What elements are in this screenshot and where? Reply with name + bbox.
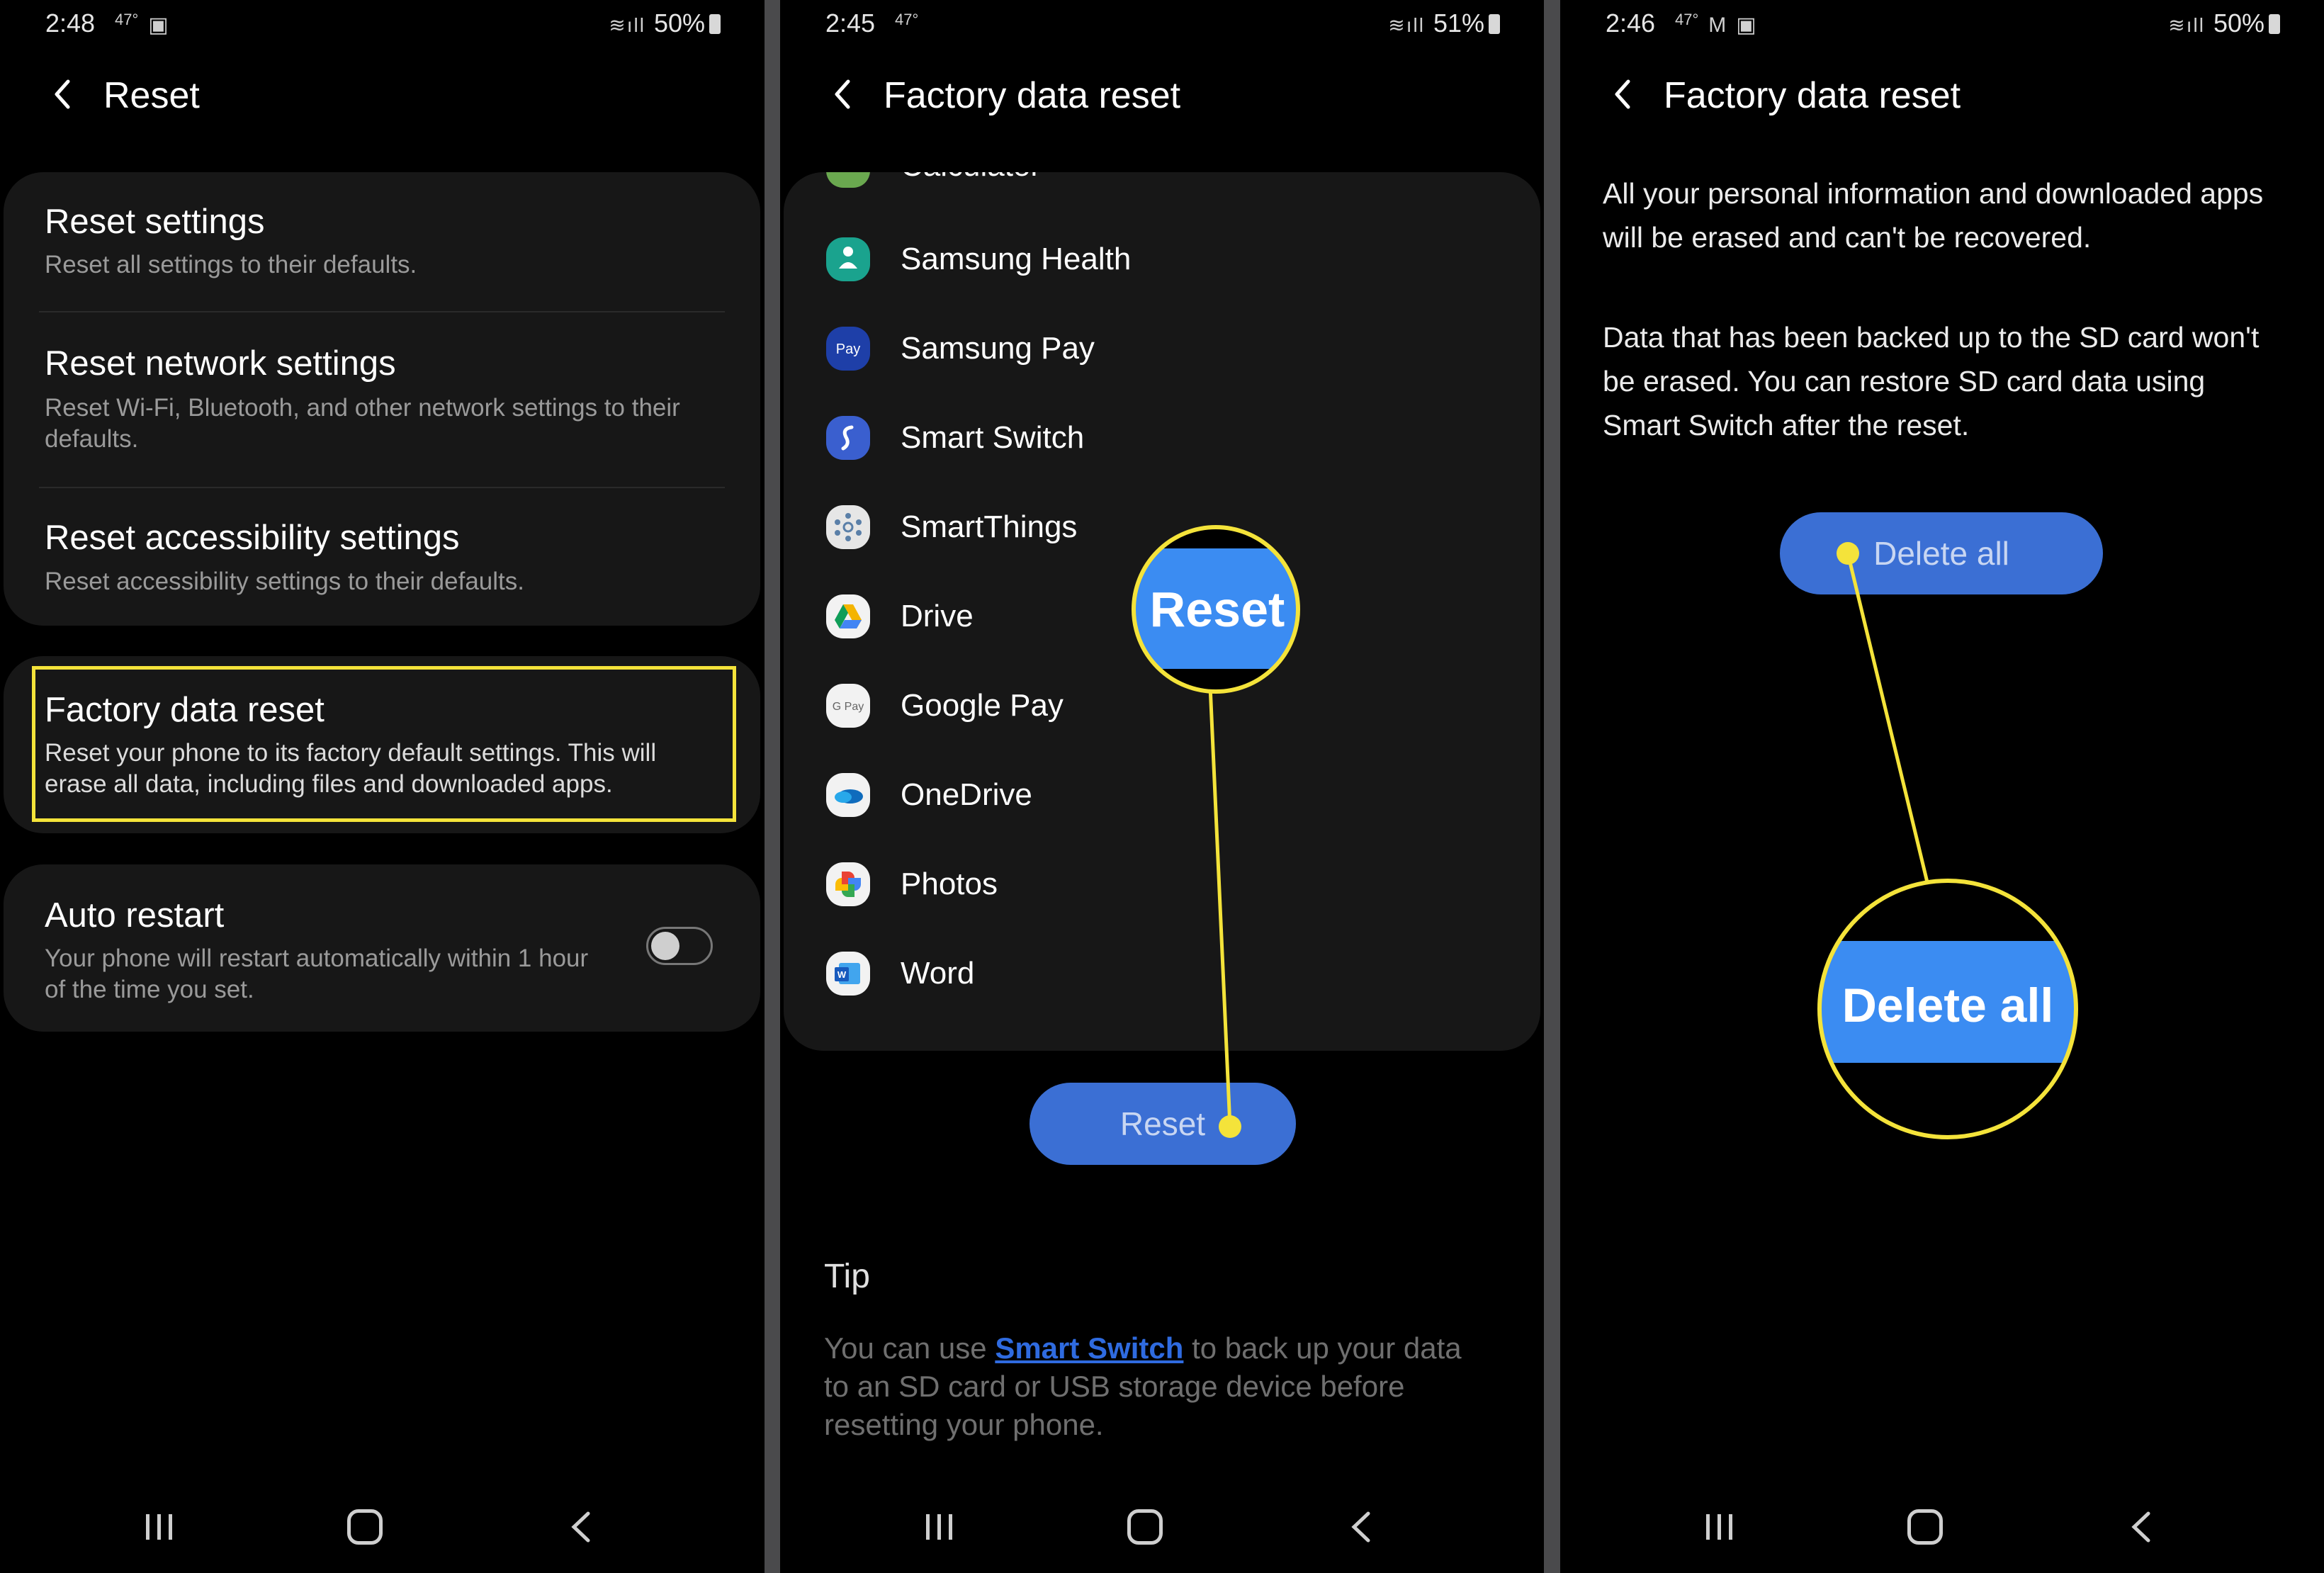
status-battery: 51% — [1433, 9, 1484, 38]
status-temp: 47° — [1675, 11, 1699, 28]
erase-warning-text: All your personal information and downlo… — [1603, 177, 2264, 254]
gmail-icon: M — [1708, 13, 1727, 37]
auto-restart-toggle[interactable] — [646, 927, 713, 965]
back-arrow-icon[interactable] — [823, 73, 865, 115]
word-icon: W — [826, 952, 870, 996]
status-temp: 47° — [115, 11, 139, 28]
photos-icon — [826, 862, 870, 906]
svg-text:G Pay: G Pay — [833, 701, 864, 713]
calendar-icon: ▣ — [1736, 13, 1756, 37]
battery-icon — [2269, 14, 2280, 34]
screen-factory-reset-confirm: 2:46 47° M ▣ ≋ıll 50% Factory data reset Al… — [1560, 0, 2324, 1573]
screen-reset: 2:48 47° ▣ ≋ıll 50% Reset Reset settings R… — [0, 0, 765, 1573]
app-header: Factory data reset — [1560, 67, 2324, 131]
back-arrow-icon[interactable] — [1603, 73, 1645, 115]
smart-switch-link[interactable]: Smart Switch — [995, 1331, 1183, 1365]
tip-text-before: You can use — [824, 1331, 995, 1365]
recent-apps-icon[interactable] — [1702, 1513, 1737, 1541]
app-label: Samsung Health — [901, 242, 1132, 276]
status-battery: 50% — [653, 9, 705, 38]
app-label: OneDrive — [901, 777, 1032, 812]
status-time: 2:48 — [45, 9, 96, 38]
tip-title: Tip — [824, 1258, 870, 1295]
samsung-health-icon — [826, 237, 870, 281]
app-label: Drive — [901, 599, 974, 633]
item-title: Auto restart — [45, 896, 225, 935]
status-bar: 2:48 47° ▣ ≋ıll 50% — [0, 0, 765, 50]
home-icon[interactable] — [1127, 1509, 1163, 1545]
delete-all-button[interactable]: Delete all — [1780, 512, 2103, 594]
nav-bar — [0, 1502, 765, 1552]
divider — [39, 311, 725, 312]
item-title: Reset accessibility settings — [45, 519, 460, 557]
item-subtitle: Your phone will restart automatically wi… — [45, 945, 589, 1003]
wifi-signal-icon: ≋ıll — [2168, 14, 2205, 36]
app-label: Photos — [901, 867, 998, 901]
app-label: Smart Switch — [901, 420, 1085, 455]
app-label: SmartThings — [901, 509, 1078, 544]
reset-options-card: Reset settings Reset all settings to the… — [4, 172, 760, 626]
status-time: 2:45 — [825, 9, 876, 38]
smartthings-icon — [826, 505, 870, 549]
status-bar: 2:46 47° M ▣ ≋ıll 50% — [1560, 0, 2324, 50]
toggle-knob — [651, 932, 679, 960]
app-label: Word — [901, 956, 975, 991]
recent-apps-icon[interactable] — [142, 1513, 177, 1541]
item-title: Reset settings — [45, 203, 265, 241]
svg-text:Pay: Pay — [836, 342, 860, 357]
highlight-box — [32, 666, 736, 822]
nav-back-icon[interactable] — [567, 1511, 595, 1543]
home-icon[interactable] — [1907, 1509, 1943, 1545]
item-title: Reset network settings — [45, 344, 396, 383]
reset-button[interactable]: Reset — [1030, 1083, 1296, 1165]
app-label: Google Pay — [901, 688, 1064, 723]
app-label: Calculator — [901, 172, 1041, 184]
drive-icon — [826, 594, 870, 638]
recent-apps-icon[interactable] — [922, 1513, 957, 1541]
item-subtitle: Reset accessibility settings to their de… — [45, 568, 524, 595]
status-time: 2:46 — [1606, 9, 1656, 38]
back-arrow-icon[interactable] — [43, 73, 85, 115]
calendar-icon: ▣ — [148, 13, 169, 37]
page-title: Factory data reset — [1664, 75, 1961, 116]
item-subtitle: Reset all settings to their defaults. — [45, 251, 417, 278]
battery-icon — [1489, 14, 1500, 34]
nav-back-icon[interactable] — [2127, 1511, 2155, 1543]
apps-list-card: Calculator Samsung Health Pay Samsung Pa… — [784, 172, 1540, 1051]
battery-icon — [709, 14, 721, 34]
google-pay-icon: G Pay — [826, 684, 870, 728]
smart-switch-icon — [826, 416, 870, 460]
wifi-signal-icon: ≋ıll — [609, 14, 645, 36]
home-icon[interactable] — [347, 1509, 383, 1545]
samsung-pay-icon: Pay — [826, 327, 870, 371]
sd-card-note-text: Data that has been backed up to the SD c… — [1603, 321, 2260, 441]
app-header: Factory data reset — [780, 67, 1544, 131]
app-header: Reset — [0, 67, 765, 131]
nav-bar — [780, 1502, 1544, 1552]
tip-text: You can use Smart Switch to back up your… — [824, 1329, 1462, 1444]
status-right: ≋ıll 50% — [609, 9, 721, 38]
status-battery: 50% — [2213, 9, 2264, 38]
app-label: Samsung Pay — [901, 331, 1095, 366]
wifi-signal-icon: ≋ıll — [1388, 14, 1425, 36]
status-temp: 47° — [895, 11, 919, 28]
nav-bar — [1560, 1502, 2324, 1552]
page-title: Reset — [103, 75, 200, 116]
status-bar: 2:45 47° ≋ıll 51% — [780, 0, 1544, 50]
screen-factory-reset-apps: 2:45 47° ≋ıll 51% Factory data reset Calc… — [780, 0, 1544, 1573]
calculator-icon — [826, 172, 870, 188]
status-right: ≋ıll 50% — [2168, 9, 2280, 38]
onedrive-icon — [826, 773, 870, 817]
page-title: Factory data reset — [884, 75, 1181, 116]
svg-text:W: W — [837, 969, 847, 980]
nav-back-icon[interactable] — [1347, 1511, 1375, 1543]
status-right: ≋ıll 51% — [1388, 9, 1500, 38]
item-subtitle: Reset Wi-Fi, Bluetooth, and other networ… — [45, 394, 680, 453]
divider — [39, 487, 725, 488]
